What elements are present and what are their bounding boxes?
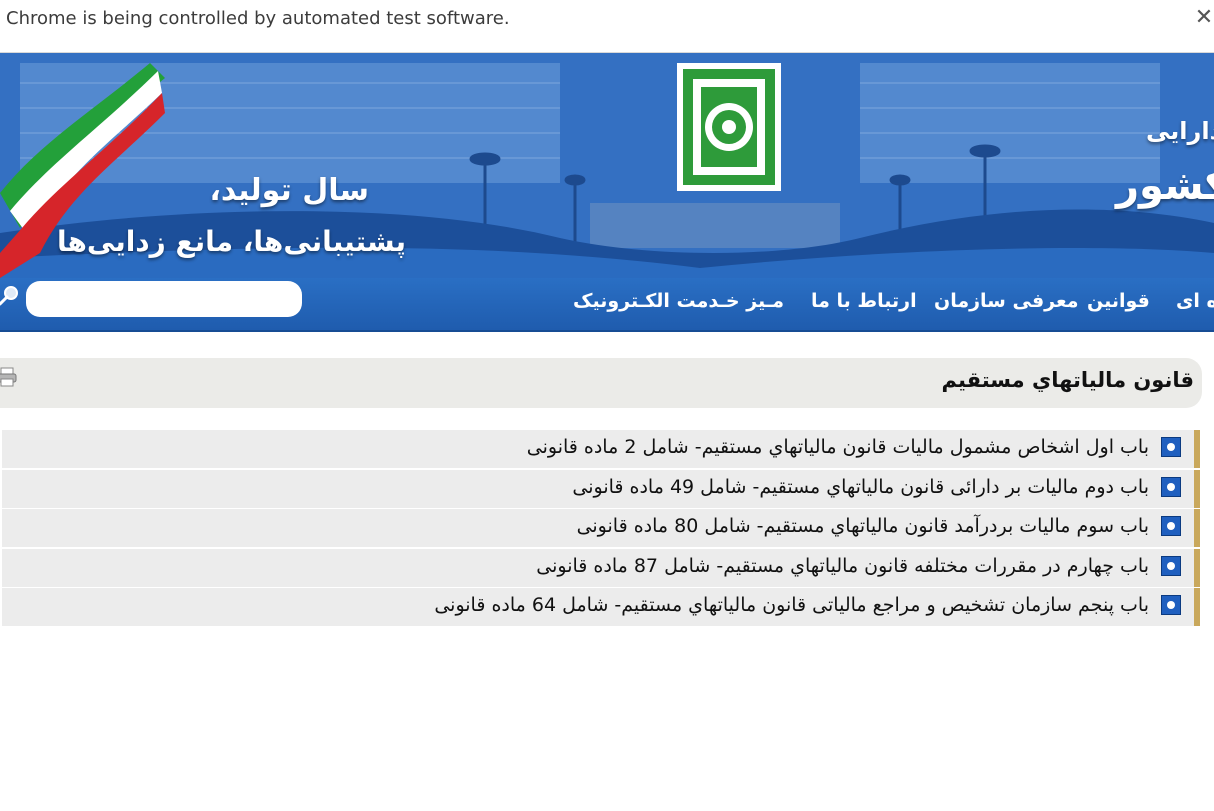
bullet-icon [1161, 476, 1181, 497]
search-input[interactable] [26, 281, 302, 317]
bullet-icon [1161, 555, 1181, 576]
page-title-bar: قانون مالياتهاي مستقيم [0, 358, 1202, 408]
bullet-icon [1161, 437, 1181, 457]
bullet-icon [1161, 595, 1181, 615]
automation-infobar: Chrome is being controlled by automated … [0, 0, 1214, 53]
org-name-line-2: یاتی کشور [1116, 163, 1214, 209]
nav-item-laws[interactable]: قوانین [1087, 290, 1150, 312]
print-icon[interactable] [0, 366, 18, 388]
slogan-line-2: پشتیبانی‌ها، مانع زدایی‌ها [56, 225, 406, 258]
nav-item-e-service-desk[interactable]: مـیز خـدمت الکـترونیک [573, 290, 784, 312]
list-item[interactable]: باب سوم ماليات بردرآمد قانون مالياتهاي م… [2, 509, 1200, 547]
list-item-label[interactable]: باب سوم ماليات بردرآمد قانون مالياتهاي م… [577, 515, 1149, 537]
list-item-label[interactable]: باب چهارم در مقررات مختلفه قانون مالياته… [536, 555, 1149, 577]
list-item[interactable]: باب دوم ماليات بر دارائی قانون مالياتهاي… [2, 469, 1200, 508]
nav-item-contact[interactable]: ارتباط با ما [811, 290, 917, 312]
chapter-list: باب اول اشخاص مشمول ماليات قانون مالياته… [2, 430, 1200, 628]
list-item-label[interactable]: باب اول اشخاص مشمول ماليات قانون مالياته… [527, 436, 1149, 458]
list-item-label[interactable]: باب پنجم سازمان تشخيص و مراجع مالیاتی قا… [434, 594, 1149, 616]
infobar-message: Chrome is being controlled by automated … [6, 8, 510, 29]
list-item[interactable]: باب پنجم سازمان تشخيص و مراجع مالیاتی قا… [2, 588, 1200, 626]
page-title: قانون مالياتهاي مستقيم [941, 368, 1194, 392]
nav-item-home[interactable]: ه ای [1176, 290, 1214, 312]
main-navigation: ه ای قوانین معرفی سازمان ارتباط با ما مـ… [0, 278, 1214, 332]
list-item[interactable]: باب اول اشخاص مشمول ماليات قانون مالياته… [2, 430, 1200, 468]
search-icon[interactable] [0, 284, 22, 308]
bullet-icon [1161, 516, 1181, 536]
header-banner: سال تولید، پشتیبانی‌ها، مانع زدایی‌ها ی … [0, 53, 1214, 278]
list-item[interactable]: باب چهارم در مقررات مختلفه قانون مالياته… [2, 548, 1200, 587]
nav-item-about[interactable]: معرفی سازمان [934, 290, 1078, 312]
list-item-label[interactable]: باب دوم ماليات بر دارائی قانون مالياتهاي… [572, 476, 1149, 498]
slogan-line-1: سال تولید، [209, 173, 369, 208]
close-icon[interactable]: ✕ [1194, 4, 1214, 32]
org-name-line-1: ی و دارایی [1146, 117, 1214, 145]
